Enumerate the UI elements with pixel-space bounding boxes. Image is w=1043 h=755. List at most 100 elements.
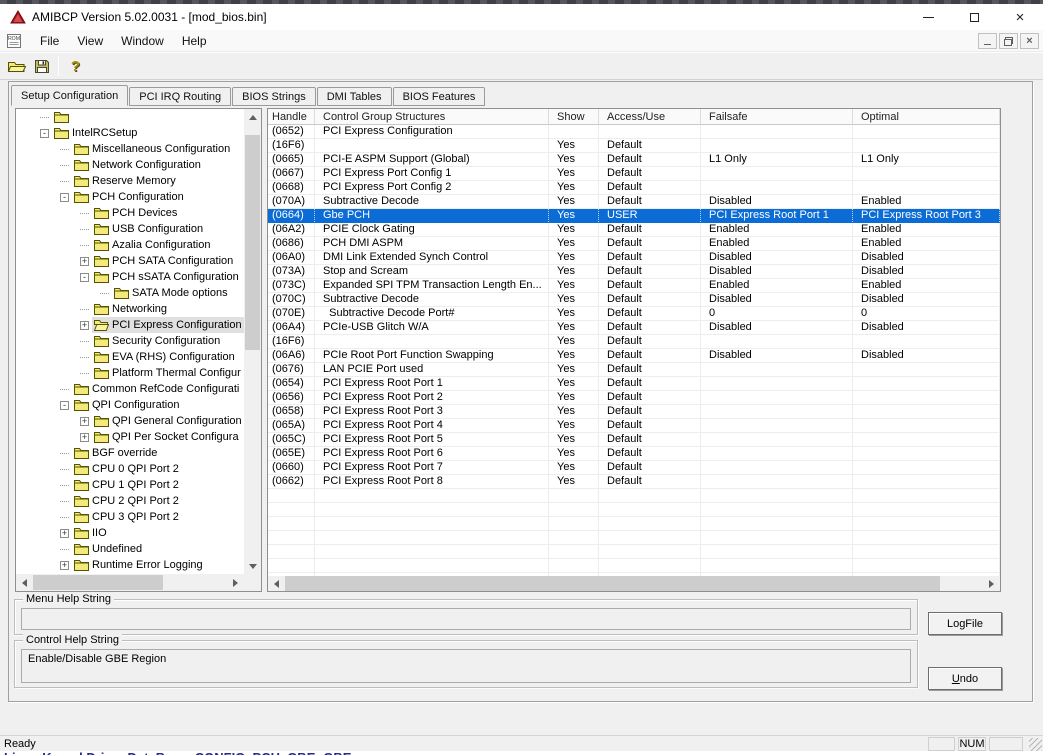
table-row[interactable]: (16F6) Yes Default — [268, 139, 1000, 153]
tab-dmi-tables[interactable]: DMI Tables — [316, 87, 392, 106]
tree-item[interactable]: + QPI Per Socket Configura — [16, 429, 244, 445]
menu-help[interactable]: Help — [173, 31, 216, 51]
table-row[interactable]: (0665) PCI-E ASPM Support (Global) Yes Defa… — [268, 153, 1000, 167]
tree-item[interactable]: CPU 3 QPI Port 2 — [16, 509, 244, 525]
table-row[interactable]: (070A) Subtractive Decode Yes Default Disabl… — [268, 195, 1000, 209]
tree-item[interactable]: BGF override — [16, 445, 244, 461]
table-row[interactable]: (070E) Subtractive Decode Port# Yes Defaul… — [268, 307, 1000, 321]
mdi-minimize-button[interactable] — [978, 33, 997, 49]
scroll-right-button[interactable] — [983, 576, 1000, 592]
collapse-box-icon[interactable]: - — [60, 192, 69, 202]
tree-item[interactable]: + Runtime Error Logging — [16, 557, 244, 573]
expand-box-icon[interactable]: + — [80, 256, 89, 266]
tree-item[interactable]: + IIO — [16, 525, 244, 541]
scroll-thumb[interactable] — [245, 135, 260, 350]
column-header-optimal[interactable]: Optimal — [853, 109, 1000, 124]
tree-item[interactable]: Platform Thermal Configur — [16, 365, 244, 381]
tree-item[interactable]: Azalia Configuration — [16, 237, 244, 253]
undo-button[interactable]: Undo — [928, 667, 1002, 690]
tree-item[interactable]: + PCH SATA Configuration — [16, 253, 244, 269]
table-row[interactable]: (073A) Stop and Scream Yes Default Disabled D… — [268, 265, 1000, 279]
help-button[interactable]: ? — [63, 54, 88, 78]
table-row[interactable]: (070C) Subtractive Decode Yes Default Disabl… — [268, 293, 1000, 307]
tree-item[interactable]: + PCI Express Configuration — [16, 317, 244, 333]
tab-setup-configuration[interactable]: Setup Configuration — [11, 85, 129, 106]
logfile-button[interactable]: LogFile — [928, 612, 1002, 635]
maximize-button[interactable] — [951, 4, 997, 30]
table-row[interactable]: (06A2) PCIE Clock Gating Yes Default Enabled… — [268, 223, 1000, 237]
table-row[interactable]: (0656) PCI Express Root Port 2 Yes Default — [268, 391, 1000, 405]
scroll-up-button[interactable] — [244, 109, 261, 125]
table-row[interactable]: (073C) Expanded SPI TPM Transaction Lengt… — [268, 279, 1000, 293]
tree-item[interactable]: Reserve Memory — [16, 173, 244, 189]
tree-horizontal-scrollbar[interactable] — [16, 574, 244, 591]
collapse-box-icon[interactable]: - — [80, 272, 89, 282]
tree-item[interactable]: Common RefCode Configurati — [16, 381, 244, 397]
save-file-button[interactable] — [29, 54, 54, 78]
tree-item[interactable]: CPU 2 QPI Port 2 — [16, 493, 244, 509]
table-row[interactable]: (0652) PCI Express Configuration — [268, 125, 1000, 139]
column-header-control-group-structures[interactable]: Control Group Structures — [315, 109, 549, 124]
table-row[interactable]: (16F6) Yes Default — [268, 335, 1000, 349]
expand-box-icon[interactable]: + — [80, 416, 89, 426]
tree-item[interactable]: USB Configuration — [16, 221, 244, 237]
tree-item[interactable]: + QPI General Configuration — [16, 413, 244, 429]
expand-box-icon[interactable]: + — [80, 320, 89, 330]
tree-vertical-scrollbar[interactable] — [244, 109, 261, 574]
scroll-right-button[interactable] — [227, 575, 244, 591]
scroll-down-button[interactable] — [244, 558, 261, 574]
table-horizontal-scrollbar[interactable] — [268, 576, 1000, 591]
expand-box-icon[interactable]: + — [60, 560, 69, 570]
tree-item[interactable]: SATA Mode options — [16, 285, 244, 301]
table-row[interactable]: (06A0) DMI Link Extended Synch Control Yes… — [268, 251, 1000, 265]
menu-view[interactable]: View — [68, 31, 112, 51]
table-row[interactable]: (0676) LAN PCIE Port used Yes Default — [268, 363, 1000, 377]
collapse-box-icon[interactable]: - — [40, 128, 49, 138]
column-header-failsafe[interactable]: Failsafe — [701, 109, 853, 124]
tree-item[interactable]: EVA (RHS) Configuration — [16, 349, 244, 365]
tab-bios-features[interactable]: BIOS Features — [392, 87, 486, 106]
table-row[interactable]: (0667) PCI Express Port Config 1 Yes Defaul… — [268, 167, 1000, 181]
tree-item[interactable]: - IntelRCSetup — [16, 125, 244, 141]
tree-item[interactable]: Miscellaneous Configuration — [16, 141, 244, 157]
tree-item[interactable]: CPU 1 QPI Port 2 — [16, 477, 244, 493]
table-row[interactable]: (06A6) PCIe Root Port Function Swapping Ye… — [268, 349, 1000, 363]
tree-item[interactable]: - PCH Configuration — [16, 189, 244, 205]
tab-pci-irq-routing[interactable]: PCI IRQ Routing — [129, 87, 232, 106]
tree-item[interactable]: - PCH sSATA Configuration — [16, 269, 244, 285]
table-row[interactable]: (065A) PCI Express Root Port 4 Yes Default — [268, 419, 1000, 433]
tree-item[interactable]: Network Configuration — [16, 157, 244, 173]
column-header-access-use[interactable]: Access/Use — [599, 109, 701, 124]
expand-box-icon[interactable]: + — [80, 432, 89, 442]
menu-window[interactable]: Window — [112, 31, 173, 51]
tree-item[interactable]: Security Configuration — [16, 333, 244, 349]
table-row[interactable]: (0654) PCI Express Root Port 1 Yes Default — [268, 377, 1000, 391]
tree-item[interactable]: - QPI Configuration — [16, 397, 244, 413]
tree-item[interactable]: CPU 0 QPI Port 2 — [16, 461, 244, 477]
tree-item[interactable]: Networking — [16, 301, 244, 317]
column-header-handle[interactable]: Handle — [268, 109, 315, 124]
table-row[interactable]: (0658) PCI Express Root Port 3 Yes Default — [268, 405, 1000, 419]
scroll-thumb[interactable] — [33, 575, 163, 590]
column-header-show[interactable]: Show — [549, 109, 599, 124]
table-row[interactable]: (0686) PCH DMI ASPM Yes Default Enabled Enabl… — [268, 237, 1000, 251]
expand-box-icon[interactable]: + — [60, 528, 69, 538]
minimize-button[interactable] — [905, 4, 951, 30]
table-row[interactable]: (0668) PCI Express Port Config 2 Yes Defaul… — [268, 181, 1000, 195]
table-row[interactable]: (065E) PCI Express Root Port 6 Yes Default — [268, 447, 1000, 461]
resize-grip-icon[interactable] — [1029, 738, 1042, 751]
scroll-left-button[interactable] — [16, 575, 33, 591]
scroll-thumb[interactable] — [285, 576, 940, 591]
scroll-left-button[interactable] — [268, 576, 285, 592]
tree-item[interactable]: Undefined — [16, 541, 244, 557]
tab-bios-strings[interactable]: BIOS Strings — [232, 87, 316, 106]
close-button[interactable]: × — [997, 4, 1043, 30]
table-row[interactable]: (06A4) PCIe-USB Glitch W/A Yes Default Disab… — [268, 321, 1000, 335]
tree-item[interactable] — [16, 109, 244, 125]
mdi-restore-button[interactable] — [999, 33, 1018, 49]
table-row[interactable]: (065C) PCI Express Root Port 5 Yes Default — [268, 433, 1000, 447]
menu-file[interactable]: File — [31, 31, 68, 51]
mdi-close-button[interactable]: × — [1020, 33, 1039, 49]
table-row[interactable]: (0662) PCI Express Root Port 8 Yes Default — [268, 475, 1000, 489]
tree-item[interactable]: PCH Devices — [16, 205, 244, 221]
